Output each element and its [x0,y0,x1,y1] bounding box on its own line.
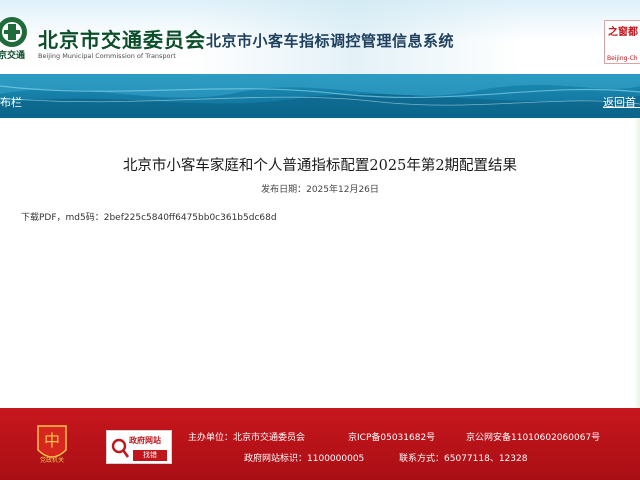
nav-wave-decoration [0,74,640,118]
page-right-edge [634,118,640,408]
report-error-button[interactable]: 找错 [133,450,167,461]
footer-sponsor: 主办单位：北京市交通委员会 [188,430,305,443]
gov-site-error-report-badge[interactable]: 政府网站 找错 [106,430,172,464]
site-id-label: 政府网站标识： [244,454,308,464]
article-content: 北京市小客车家庭和个人普通指标配置2025年第2期配置结果 发布日期：2025年… [0,118,640,408]
footer-public-security[interactable]: 京公网安备11010602060067号 [466,430,600,443]
site-footer [0,408,640,480]
system-title: 北京市小客车指标调控管理信息系统 [206,32,455,50]
commission-name[interactable]: 北京市交通委员会 [38,24,206,53]
contact-label: 联系方式： [399,454,445,464]
party-badge-label: 党政机关 [40,456,64,464]
logo-icon-label: 京交通 [0,49,25,61]
gov-badge-title: 政府网站 [129,436,161,445]
article-title: 北京市小客车家庭和个人普通指标配置2025年第2期配置结果 [122,158,518,174]
capital-window-badge[interactable]: 之窗都 Beijing-Ch [604,20,640,64]
svg-text:中: 中 [44,431,60,450]
site-header: 京交通 北京市交通委员会 Beijing Municipal Commissio… [0,0,640,74]
nav-section-label: 布栏 [0,96,22,109]
publish-date: 发布日期：2025年12月26日 [0,182,640,195]
back-home-underline [603,107,640,108]
nav-bar: 布栏 返回首 [0,74,640,118]
publish-date-label: 发布日期： [261,185,307,195]
footer-site-id: 政府网站标识：1100000005 [244,451,364,464]
transport-logo-icon[interactable]: 京交通 [0,16,30,62]
badge-bottom-text: Beijing-Ch [607,55,638,62]
footer-contact: 联系方式：65077118、12328 [399,451,527,464]
badge-top-text: 之窗都 [608,27,638,38]
site-id-value: 1100000005 [307,454,365,464]
publish-date-value: 2025年12月26日 [306,185,379,195]
sponsor-label: 主办单位： [188,433,234,443]
pdf-download-text[interactable]: 下载PDF，md5码：2bef225c5840ff6475bb0c361b5dc… [21,210,277,223]
contact-value: 65077118、12328 [444,454,528,464]
party-government-badge-icon[interactable]: 中 党政机关 [34,424,70,466]
sponsor-value: 北京市交通委员会 [233,433,306,443]
magnifier-icon [111,438,129,458]
footer-icp[interactable]: 京ICP备05031682号 [348,430,435,443]
commission-name-en: Beijing Municipal Commission of Transpor… [38,52,176,60]
